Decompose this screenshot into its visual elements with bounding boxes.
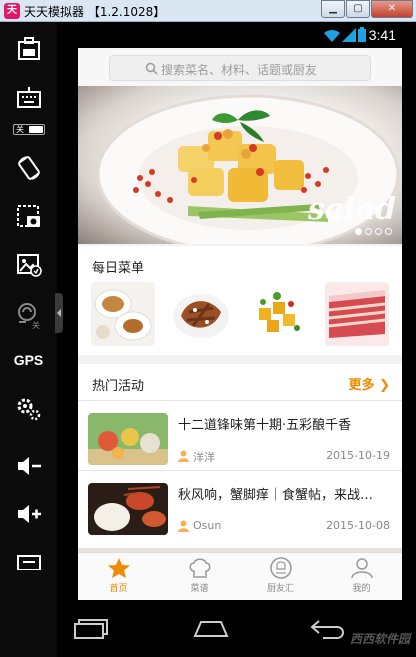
window-controls: ▁ ▢ ✕ — [320, 0, 413, 20]
user-icon — [178, 520, 189, 532]
search-input[interactable]: 搜索菜名、材料、话题或厨友 — [109, 55, 371, 81]
tab-label: 厨友汇 — [266, 584, 294, 594]
daily-dish-thumb[interactable] — [91, 282, 155, 346]
rotate-button[interactable] — [0, 154, 57, 182]
screenshot-icon — [16, 205, 40, 227]
signal-icon — [342, 28, 356, 42]
search-icon — [145, 62, 158, 75]
hero-banner[interactable]: salad — [78, 86, 402, 244]
keyboard-button[interactable] — [0, 86, 57, 110]
watermark: 西西软件园 — [349, 632, 410, 646]
menu-icon — [16, 555, 41, 570]
tab-label: 首页 — [109, 584, 128, 594]
phone-screen: 3:41 搜索菜名、材料、话题或厨友 salad 每日菜单 热门活动 更多 ❯ … — [78, 22, 402, 600]
window-title: 天天模拟器 【1.2.1028】 — [24, 5, 166, 19]
hot-events-title: 热门活动 — [92, 379, 145, 394]
volume-up-icon — [17, 505, 41, 523]
volume-down-button[interactable] — [0, 454, 57, 478]
gps-button[interactable]: GPS — [0, 352, 57, 368]
user-icon — [350, 558, 373, 579]
gallery-button[interactable] — [0, 252, 57, 278]
status-time: 3:41 — [368, 27, 396, 43]
apk-install-icon — [17, 37, 40, 60]
dish-image — [325, 282, 389, 346]
tab-label: 我的 — [352, 584, 371, 594]
keyboard-toggle-label: 关 — [16, 125, 24, 134]
pager-dot[interactable] — [385, 228, 392, 235]
gallery-icon — [16, 254, 42, 277]
screenshot-button[interactable] — [0, 204, 57, 230]
app-logo-icon: 天 — [4, 3, 20, 19]
event-author: 洋洋 — [193, 451, 215, 464]
settings-button[interactable] — [0, 396, 57, 422]
search-bar: 搜索菜名、材料、话题或厨友 — [78, 48, 402, 86]
android-nav-bar: 西西软件园 — [57, 600, 416, 657]
chef-hat-icon — [189, 558, 210, 578]
search-placeholder: 搜索菜名、材料、话题或厨友 — [161, 63, 318, 77]
back-icon[interactable] — [309, 618, 347, 640]
tab-home[interactable]: 首页 — [78, 553, 159, 600]
pager-dot[interactable] — [365, 228, 372, 235]
event-title: 秋风响，蟹脚痒｜食蟹帖，来战… — [178, 488, 374, 503]
community-icon — [269, 557, 292, 579]
shake-icon: 关 — [17, 303, 40, 330]
tab-community[interactable]: 厨友汇 — [240, 553, 321, 600]
close-button[interactable]: ✕ — [371, 0, 413, 18]
event-image — [88, 413, 168, 465]
battery-icon — [358, 27, 366, 42]
daily-menu-section: 每日菜单 — [78, 246, 402, 355]
home-icon[interactable] — [193, 620, 229, 638]
dish-image — [91, 282, 155, 346]
window-titlebar[interactable]: 天 天天模拟器 【1.2.1028】 ▁ ▢ ✕ — [0, 0, 416, 22]
sidebar-collapse-handle[interactable] — [55, 293, 63, 333]
event-item[interactable]: 十二道锋味第十期·五彩酿千香 洋洋 2015-10-19 — [78, 400, 402, 480]
volume-down-icon — [17, 457, 41, 475]
keyboard-icon — [16, 87, 41, 108]
chevron-right-icon: ❯ — [379, 378, 390, 393]
wifi-icon — [324, 29, 340, 42]
pager-dot[interactable] — [355, 228, 362, 235]
banner-overlay-text: salad — [307, 192, 396, 227]
menu-button[interactable] — [0, 554, 57, 570]
shake-button[interactable]: 关 — [0, 300, 57, 330]
daily-dish-thumb[interactable] — [247, 282, 311, 346]
keyboard-toggle[interactable]: 关 — [13, 124, 45, 135]
banner-pager — [352, 228, 392, 235]
toggle-knob — [29, 126, 43, 133]
settings-icon — [17, 398, 40, 421]
event-item[interactable]: 秋风响，蟹脚痒｜食蟹帖，来战… Osun 2015-10-08 — [78, 470, 402, 550]
hot-events-header: 热门活动 更多 ❯ — [78, 364, 402, 400]
recent-apps-icon[interactable] — [73, 618, 111, 640]
maximize-button[interactable]: ▢ — [346, 0, 370, 18]
dish-image — [169, 282, 233, 346]
volume-up-button[interactable] — [0, 502, 57, 526]
dish-image — [247, 282, 311, 346]
event-date: 2015-10-08 — [326, 519, 390, 532]
apk-install-button[interactable] — [0, 36, 57, 62]
tab-profile[interactable]: 我的 — [321, 553, 402, 600]
rotate-icon — [17, 156, 40, 180]
star-icon — [107, 558, 130, 578]
status-bar: 3:41 — [78, 22, 402, 48]
event-title: 十二道锋味第十期·五彩酿千香 — [178, 418, 352, 433]
event-date: 2015-10-19 — [326, 449, 390, 462]
daily-dish-thumb[interactable] — [325, 282, 389, 346]
more-link[interactable]: 更多 ❯ — [349, 374, 390, 393]
event-image — [88, 483, 168, 535]
bottom-tab-bar: 首页 菜谱 厨友汇 我的 — [78, 552, 402, 600]
tab-label: 菜谱 — [190, 584, 209, 594]
pager-dot[interactable] — [375, 228, 382, 235]
event-author: Osun — [193, 519, 222, 532]
daily-menu-title: 每日菜单 — [92, 261, 145, 276]
user-icon — [178, 450, 189, 462]
more-link-label: 更多 — [348, 378, 375, 393]
shake-badge: 关 — [32, 320, 40, 330]
tab-recipes[interactable]: 菜谱 — [159, 553, 240, 600]
emulator-sidebar: 关 关 GPS — [0, 22, 57, 657]
minimize-button[interactable]: ▁ — [321, 0, 345, 18]
daily-dish-thumb[interactable] — [169, 282, 233, 346]
